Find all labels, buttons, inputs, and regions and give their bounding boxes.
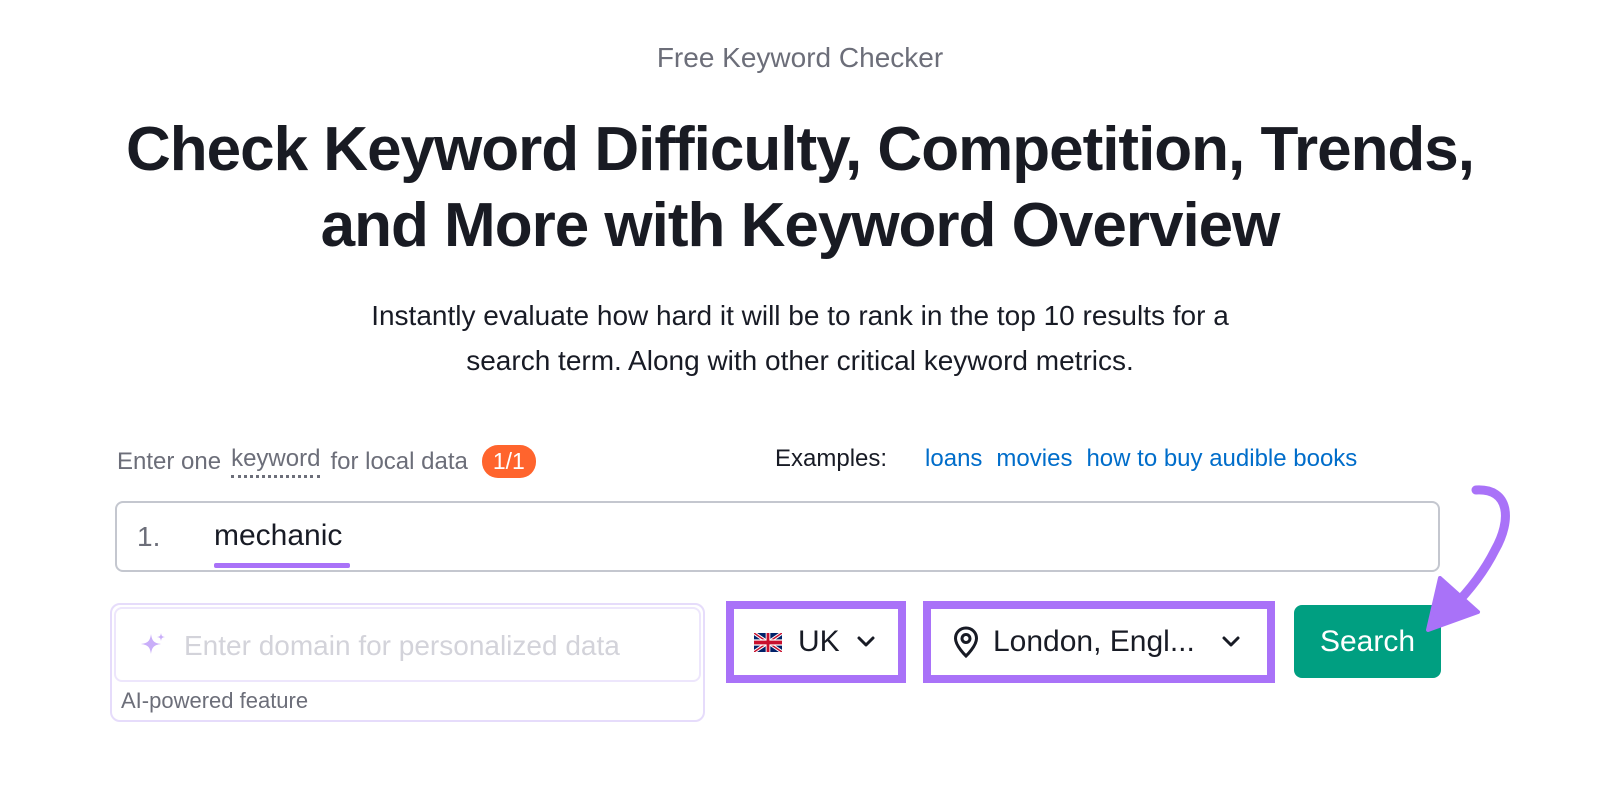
- keyword-label-prefix: Enter one: [117, 447, 222, 475]
- domain-input[interactable]: [182, 622, 686, 670]
- example-link-movies[interactable]: movies: [996, 445, 1072, 473]
- chevron-down-icon: [857, 636, 875, 647]
- page-title: Check Keyword Difficulty, Competition, T…: [40, 112, 1560, 264]
- examples-label: Examples:: [775, 445, 888, 472]
- keyword-tooltip-term[interactable]: keyword: [231, 445, 321, 478]
- location-select[interactable]: London, Engl...: [923, 601, 1275, 683]
- page-subtitle-line-2: search term. Along with other critical k…: [466, 345, 1134, 376]
- chevron-down-icon: [1222, 636, 1240, 647]
- examples-row: Examples: loans movies how to buy audibl…: [775, 445, 1371, 473]
- annotation-arrow-icon: [1426, 485, 1510, 632]
- page-title-line-2: and More with Keyword Overview: [320, 191, 1281, 260]
- keyword-highlight-underline: [214, 563, 350, 568]
- sparkle-icon: [141, 633, 165, 654]
- keyword-value[interactable]: mechanic: [214, 519, 342, 553]
- keyword-label: Enter one keyword for local data 1/1: [117, 445, 536, 478]
- page-eyebrow: Free Keyword Checker: [656, 42, 944, 73]
- page-title-line-1: Check Keyword Difficulty, Competition, T…: [125, 115, 1475, 184]
- keyword-label-suffix: for local data: [330, 447, 468, 475]
- page-subtitle: Instantly evaluate how hard it will be t…: [260, 293, 1340, 383]
- keyword-count-badge: 1/1: [481, 445, 536, 478]
- uk-flag-icon: [754, 632, 782, 652]
- location-pin-icon: [953, 626, 979, 658]
- keyword-row-number: 1.: [137, 521, 161, 552]
- example-link-loans[interactable]: loans: [925, 445, 982, 473]
- location-value: London, Engl...: [993, 625, 1195, 658]
- ai-feature-caption: AI-powered feature: [121, 688, 309, 713]
- page-subtitle-line-1: Instantly evaluate how hard it will be t…: [371, 300, 1229, 331]
- example-link-audible-books[interactable]: how to buy audible books: [1086, 445, 1357, 473]
- country-select[interactable]: UK: [726, 601, 906, 683]
- country-value: UK: [798, 625, 840, 658]
